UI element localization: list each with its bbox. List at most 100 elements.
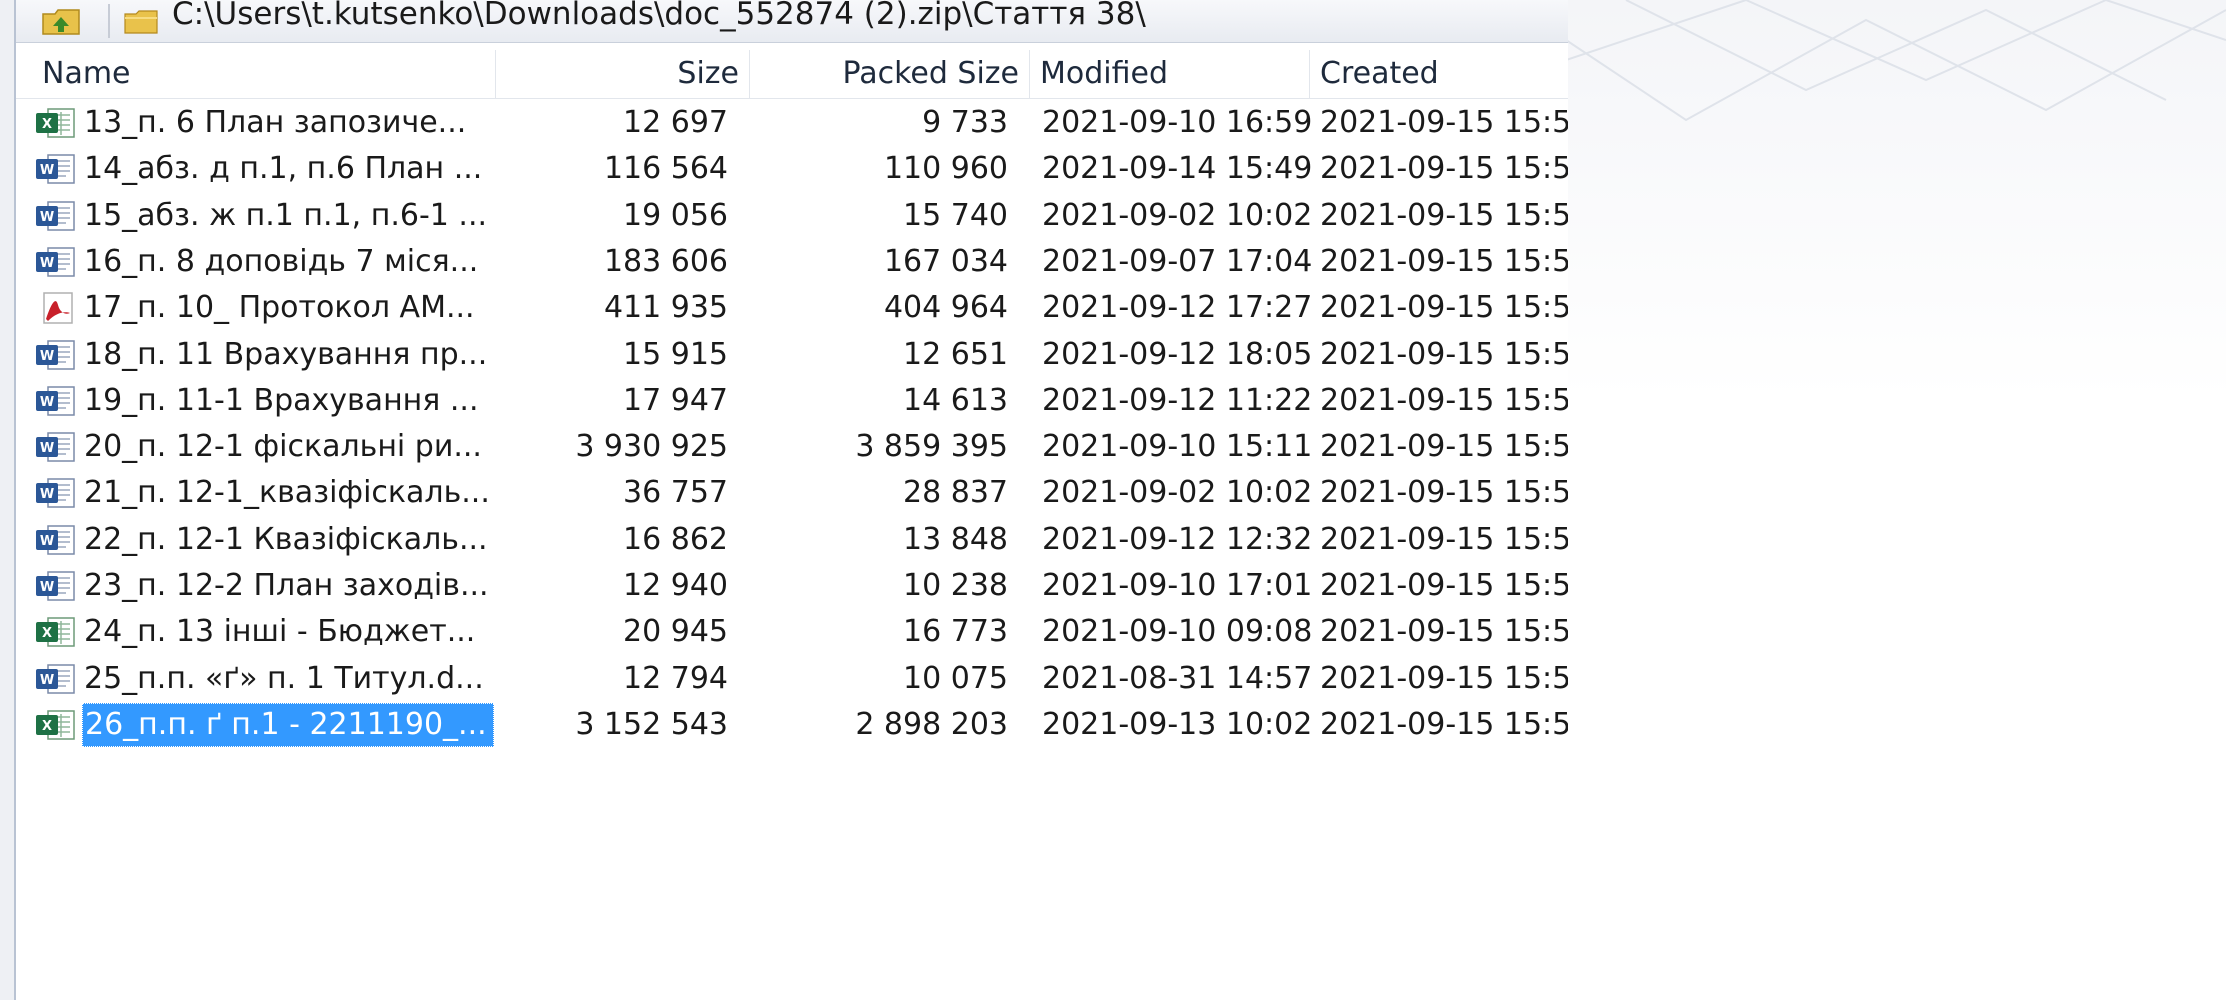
file-modified: 2021-09-10 09:08 bbox=[1042, 614, 1313, 650]
file-name[interactable]: 16_п. 8 доповідь 7 міся... bbox=[82, 239, 484, 285]
word-icon: W bbox=[36, 247, 75, 277]
file-row[interactable]: 17_п. 10_ Протокол АМ... 411 935 404 964 20… bbox=[16, 285, 1568, 331]
folder-icon bbox=[124, 10, 158, 34]
file-name[interactable]: 13_п. 6 План запозиче... bbox=[82, 100, 472, 146]
file-row[interactable]: X 26_п.п. ґ п.1 - 2211190_... 3 152 543 2 8… bbox=[16, 702, 1568, 748]
svg-text:W: W bbox=[40, 395, 54, 410]
file-name[interactable]: 18_п. 11 Врахування пр... bbox=[82, 332, 493, 378]
file-packed-size: 404 964 bbox=[883, 290, 1008, 326]
file-packed-size: 28 837 bbox=[903, 475, 1008, 511]
file-name[interactable]: 23_п. 12-2 План заходів... bbox=[82, 563, 495, 609]
background-strip bbox=[0, 0, 14, 1000]
file-row[interactable]: W 25_п.п. «ґ» п. 1 Титул.d... 12 794 10 075… bbox=[16, 656, 1568, 702]
file-name[interactable]: 22_п. 12-1 Квазіфіскаль... bbox=[82, 517, 494, 563]
pdf-icon bbox=[43, 292, 73, 324]
file-name-cell[interactable]: X 13_п. 6 План запозиче... bbox=[34, 100, 504, 146]
column-name[interactable]: Name bbox=[16, 50, 496, 98]
svg-text:X: X bbox=[42, 719, 52, 734]
file-created: 2021-09-15 15:52 bbox=[1320, 660, 1568, 696]
file-name[interactable]: 15_абз. ж п.1 п.1, п.6-1 ... bbox=[82, 193, 493, 239]
file-name-cell[interactable]: X 24_п. 13 інші - Бюджет... bbox=[34, 609, 504, 655]
folder-up-icon bbox=[42, 9, 80, 35]
svg-text:W: W bbox=[40, 349, 54, 364]
svg-text:W: W bbox=[40, 256, 54, 271]
file-created: 2021-09-15 15:52 bbox=[1320, 568, 1568, 603]
file-modified: 2021-09-07 17:04 bbox=[1042, 243, 1313, 279]
file-size: 20 945 bbox=[623, 614, 728, 650]
svg-text:W: W bbox=[40, 580, 54, 595]
column-header: Name Size Packed Size Modified Created bbox=[16, 50, 1568, 99]
file-modified: 2021-09-14 15:49 bbox=[1042, 151, 1313, 187]
file-row[interactable]: W 21_п. 12-1_квазіфіскаль... 36 757 28 837 2… bbox=[16, 470, 1568, 516]
svg-text:W: W bbox=[40, 673, 54, 688]
file-row[interactable]: W 15_абз. ж п.1 п.1, п.6-1 ... 19 056 15 74… bbox=[16, 193, 1568, 239]
file-name-cell[interactable]: W 19_п. 11-1 Врахування ... bbox=[34, 378, 504, 424]
file-name-cell[interactable]: W 23_п. 12-2 План заходів... bbox=[34, 563, 504, 609]
file-modified: 2021-08-31 14:57 bbox=[1042, 660, 1313, 696]
file-row[interactable]: W 22_п. 12-1 Квазіфіскаль... 16 862 13 848 2… bbox=[16, 517, 1568, 563]
file-size: 12 940 bbox=[623, 568, 728, 603]
file-size: 12 794 bbox=[623, 660, 728, 696]
file-name[interactable]: 19_п. 11-1 Врахування ... bbox=[82, 378, 484, 424]
file-created: 2021-09-15 15:52 bbox=[1320, 336, 1568, 372]
file-name[interactable]: 20_п. 12-1 фіскальні ри... bbox=[82, 424, 488, 470]
folder-up-button[interactable] bbox=[26, 4, 96, 38]
file-name-cell[interactable]: W 25_п.п. «ґ» п. 1 Титул.d... bbox=[34, 656, 504, 702]
file-name[interactable]: 21_п. 12-1_квазіфіскаль... bbox=[82, 470, 496, 516]
svg-text:W: W bbox=[40, 534, 54, 549]
file-size: 411 935 bbox=[603, 290, 728, 326]
file-packed-size: 2 898 203 bbox=[855, 706, 1008, 742]
file-name[interactable]: 26_п.п. ґ п.1 - 2211190_... bbox=[82, 702, 494, 747]
word-icon: W bbox=[36, 386, 75, 416]
file-name-cell[interactable]: W 21_п. 12-1_квазіфіскаль... bbox=[34, 470, 504, 516]
svg-text:X: X bbox=[42, 626, 52, 641]
file-name-cell[interactable]: 17_п. 10_ Протокол АМ... bbox=[34, 285, 504, 331]
word-icon: W bbox=[36, 478, 75, 509]
word-icon: W bbox=[36, 663, 75, 694]
file-name-cell[interactable]: W 14_абз. д п.1, п.6 План ... bbox=[34, 146, 504, 192]
file-size: 3 152 543 bbox=[575, 706, 728, 742]
file-row[interactable]: W 20_п. 12-1 фіскальні ри... 3 930 925 3 85… bbox=[16, 424, 1568, 470]
file-created: 2021-09-15 15:52 bbox=[1320, 475, 1568, 511]
file-row[interactable]: X 13_п. 6 План запозиче... 12 697 9 733 2021… bbox=[16, 100, 1568, 146]
file-created: 2021-09-15 15:52 bbox=[1320, 429, 1568, 465]
file-row[interactable]: X 24_п. 13 інші - Бюджет... 20 945 16 773 20… bbox=[16, 609, 1568, 655]
file-name-cell[interactable]: W 18_п. 11 Врахування пр... bbox=[34, 332, 504, 378]
file-row[interactable]: W 19_п. 11-1 Врахування ... 17 947 14 613 20… bbox=[16, 378, 1568, 424]
file-name[interactable]: 14_абз. д п.1, п.6 План ... bbox=[82, 146, 488, 192]
word-icon: W bbox=[36, 339, 75, 370]
word-icon: W bbox=[36, 571, 75, 601]
file-packed-size: 14 613 bbox=[903, 382, 1008, 418]
column-size[interactable]: Size bbox=[496, 50, 750, 98]
file-name-cell[interactable]: W 16_п. 8 доповідь 7 міся... bbox=[34, 239, 504, 285]
file-name[interactable]: 17_п. 10_ Протокол АМ... bbox=[82, 285, 481, 331]
column-modified[interactable]: Modified bbox=[1030, 50, 1310, 98]
word-icon: W bbox=[36, 154, 75, 185]
file-row[interactable]: W 14_абз. д п.1, п.6 План ... 116 564 110 9… bbox=[16, 146, 1568, 192]
archive-window: C:\Users\t.kutsenko\Downloads\doc_552874… bbox=[14, 0, 1568, 1000]
column-packed-size[interactable]: Packed Size bbox=[750, 50, 1030, 98]
address-path[interactable]: C:\Users\t.kutsenko\Downloads\doc_552874… bbox=[172, 0, 1146, 32]
file-name-cell[interactable]: W 20_п. 12-1 фіскальні ри... bbox=[34, 424, 504, 470]
file-name-cell[interactable]: X 26_п.п. ґ п.1 - 2211190_... bbox=[34, 702, 504, 748]
file-name[interactable]: 24_п. 13 інші - Бюджет... bbox=[82, 609, 481, 655]
word-icon: W bbox=[36, 524, 75, 555]
file-packed-size: 110 960 bbox=[883, 151, 1008, 187]
file-created: 2021-09-15 15:52 bbox=[1320, 290, 1568, 326]
column-created[interactable]: Created bbox=[1310, 50, 1568, 98]
file-name-cell[interactable]: W 22_п. 12-1 Квазіфіскаль... bbox=[34, 517, 504, 563]
file-packed-size: 15 740 bbox=[903, 197, 1008, 233]
file-created: 2021-09-15 15:52 bbox=[1320, 521, 1568, 557]
decorative-lines bbox=[1566, 0, 2226, 122]
file-row[interactable]: W 23_п. 12-2 План заходів... 12 940 10 238 2… bbox=[16, 563, 1568, 609]
file-modified: 2021-09-12 18:05 bbox=[1042, 336, 1313, 372]
excel-icon: X bbox=[36, 108, 75, 138]
file-name-cell[interactable]: W 15_абз. ж п.1 п.1, п.6-1 ... bbox=[34, 193, 504, 239]
file-packed-size: 16 773 bbox=[903, 614, 1008, 650]
file-row[interactable]: W 16_п. 8 доповідь 7 міся... 183 606 167 03… bbox=[16, 239, 1568, 285]
file-row[interactable]: W 18_п. 11 Врахування пр... 15 915 12 651 20… bbox=[16, 332, 1568, 378]
excel-icon: X bbox=[36, 710, 75, 740]
file-name[interactable]: 25_п.п. «ґ» п. 1 Титул.d... bbox=[82, 656, 490, 702]
file-created: 2021-09-15 15:52 bbox=[1320, 243, 1568, 279]
file-modified: 2021-09-10 16:59 bbox=[1042, 105, 1313, 140]
